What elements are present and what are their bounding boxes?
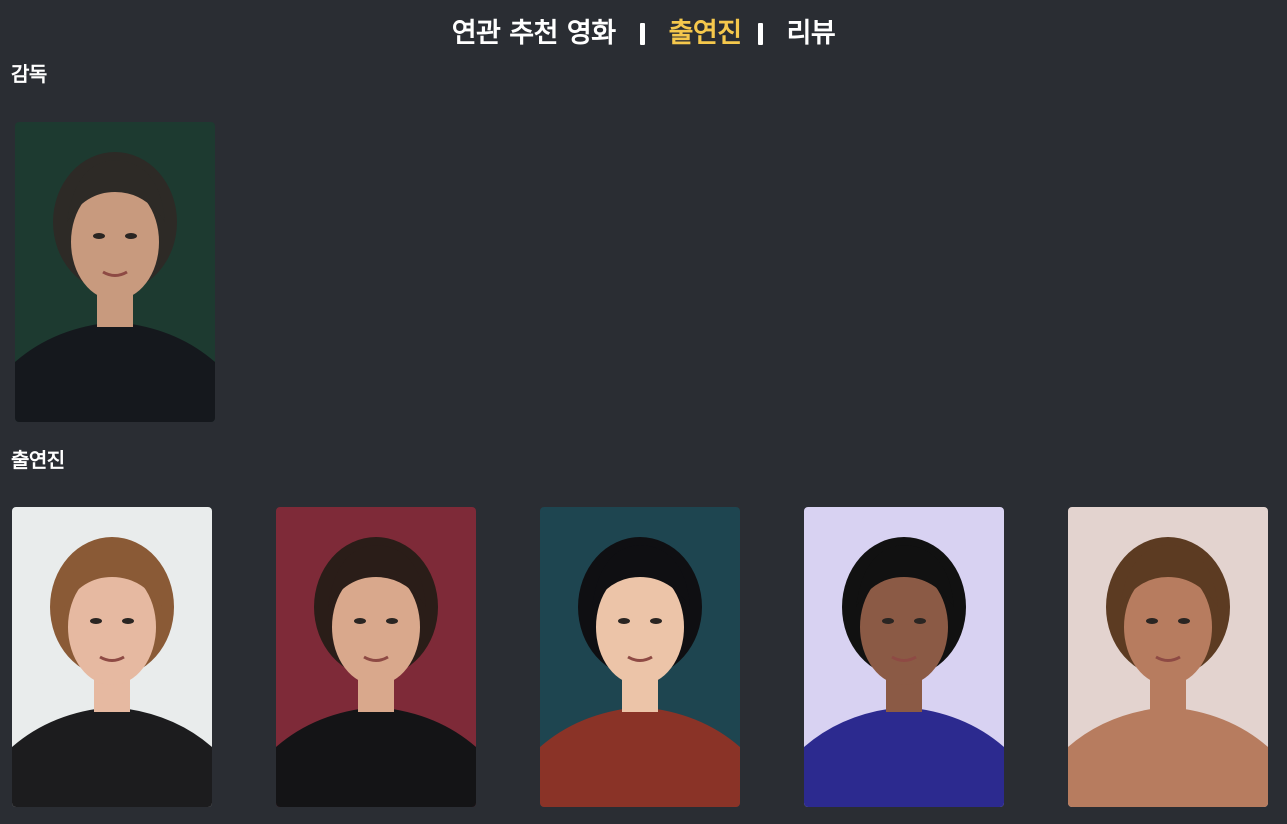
directors-section-title: 감독	[11, 62, 47, 86]
tab-related-movies[interactable]: 연관 추천 영화	[452, 14, 616, 54]
cast-section-title: 출연진	[11, 448, 65, 472]
tab-reviews[interactable]: 리뷰	[787, 14, 836, 54]
portrait-image	[540, 507, 740, 807]
portrait-image	[15, 122, 215, 422]
tab-separator	[757, 23, 763, 45]
director-photo[interactable]	[15, 122, 215, 422]
cast-photo[interactable]	[804, 507, 1004, 807]
portrait-image	[276, 507, 476, 807]
portrait-image	[804, 507, 1004, 807]
cast-photo[interactable]	[12, 507, 212, 807]
cast-photo[interactable]	[1068, 507, 1268, 807]
detail-tabs: 연관 추천 영화 출연진 리뷰	[0, 14, 1287, 54]
tab-separator	[639, 23, 645, 45]
cast-photo[interactable]	[540, 507, 740, 807]
portrait-image	[12, 507, 212, 807]
portrait-image	[1068, 507, 1268, 807]
tab-cast[interactable]: 출연진	[669, 14, 743, 54]
cast-photo[interactable]	[276, 507, 476, 807]
